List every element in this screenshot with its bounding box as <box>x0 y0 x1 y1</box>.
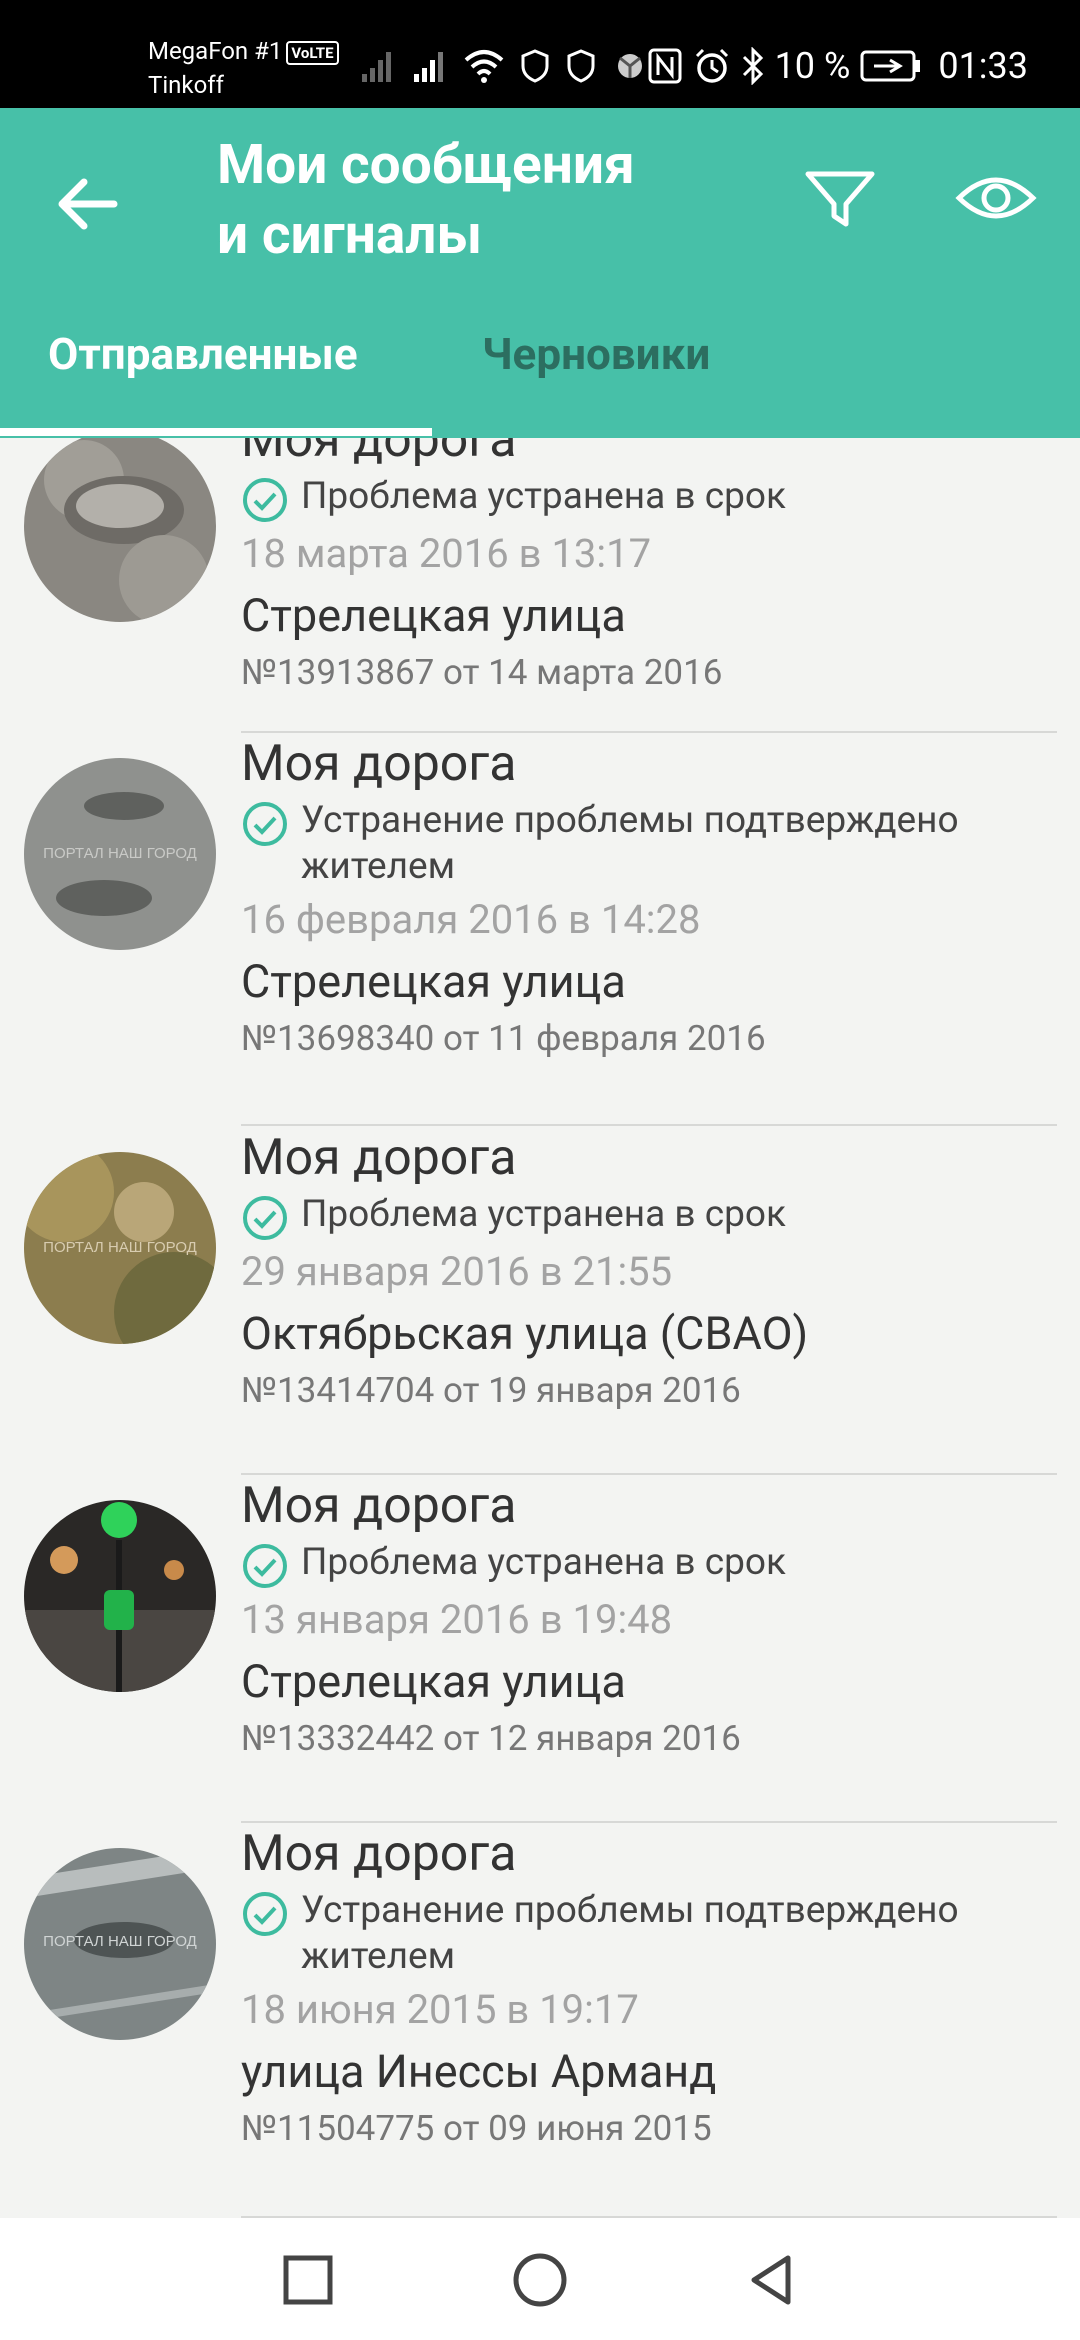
item-status-text: Устранение проблемы подтверждено жителем <box>301 799 959 888</box>
list-item[interactable]: ПОРТАЛ НАШ ГОРОД Моя дорога Устранение п… <box>0 734 1080 1084</box>
svg-text:ПОРТАЛ НАШ ГОРОД: ПОРТАЛ НАШ ГОРОД <box>43 1239 197 1256</box>
page-title: Мои сообщения и сигналы <box>217 130 737 270</box>
page-title-line-2: и сигналы <box>217 203 483 267</box>
list-item[interactable]: Моя дорога Проблема устранена в срок 13 … <box>0 1476 1080 1786</box>
item-status: Проблема устранена в срок <box>241 474 1051 524</box>
item-number: №13698340 от 11 февраля 2016 <box>241 1018 766 1059</box>
nfc-icon <box>648 48 682 84</box>
item-photo <box>24 438 216 622</box>
shield-icon <box>567 49 595 83</box>
item-status: Устранение проблемы подтверждено жителем <box>241 1888 1051 1980</box>
item-status: Проблема устранена в срок <box>241 1192 1051 1242</box>
item-street: Стрелецкая улица <box>241 589 626 642</box>
list-item[interactable]: ПОРТАЛ НАШ ГОРОД Моя дорога Устранение п… <box>0 1824 1080 2184</box>
item-status-text: Проблема устранена в срок <box>301 1193 787 1236</box>
divider <box>241 1473 1057 1475</box>
item-number: №13913867 от 14 марта 2016 <box>241 652 723 693</box>
arrow-back-icon[interactable] <box>48 164 128 244</box>
item-category: Моя дорога <box>241 1477 517 1535</box>
item-street: Стрелецкая улица <box>241 1655 626 1708</box>
item-category: Моя дорога <box>241 438 517 469</box>
check-circle-icon <box>243 1892 287 1936</box>
battery-icon <box>860 50 921 82</box>
check-circle-icon <box>243 478 287 522</box>
divider <box>241 1821 1057 1823</box>
status-bar: MegaFon #1 VoLTE Tinkoff 10 % 01:33 <box>0 0 1080 108</box>
signal-icon <box>414 52 443 82</box>
item-photo: ПОРТАЛ НАШ ГОРОД <box>24 1848 216 2040</box>
list-item[interactable]: ПОРТАЛ НАШ ГОРОД Моя дорога Проблема уст… <box>0 1128 1080 1438</box>
item-status-text: Устранение проблемы подтверждено жителем <box>301 1889 959 1978</box>
divider <box>241 731 1057 733</box>
status-icons-left <box>360 40 648 92</box>
item-category: Моя дорога <box>241 735 517 793</box>
system-nav-bar <box>0 2218 1080 2340</box>
shield-icon <box>521 49 549 83</box>
item-category: Моя дорога <box>241 1825 517 1883</box>
item-street: улица Инессы Арманд <box>241 2045 717 2098</box>
carrier-info: MegaFon #1 VoLTE Tinkoff <box>148 34 339 102</box>
item-street: Октябрьская улица (СВАО) <box>241 1307 809 1360</box>
item-status-text: Проблема устранена в срок <box>301 1541 787 1584</box>
item-category: Моя дорога <box>241 1129 517 1187</box>
circle-icon[interactable] <box>508 2248 572 2312</box>
check-circle-icon <box>243 802 287 846</box>
item-date: 13 января 2016 в 19:48 <box>241 1596 673 1643</box>
item-date: 18 июня 2015 в 19:17 <box>241 1986 639 2033</box>
item-status: Проблема устранена в срок <box>241 1540 1051 1590</box>
emblem-icon <box>618 54 642 78</box>
tab-drafts[interactable]: Черновики <box>482 328 710 380</box>
svg-text:ПОРТАЛ НАШ ГОРОД: ПОРТАЛ НАШ ГОРОД <box>43 1933 197 1950</box>
page-title-line-1: Мои сообщения <box>217 133 635 197</box>
item-photo: ПОРТАЛ НАШ ГОРОД <box>24 1152 216 1344</box>
item-status: Устранение проблемы подтверждено жителем <box>241 798 1051 890</box>
check-circle-icon <box>243 1544 287 1588</box>
signal-icon <box>362 52 391 82</box>
volte-badge: VoLTE <box>286 40 339 65</box>
tab-indicator <box>0 428 432 436</box>
item-status-text: Проблема устранена в срок <box>301 475 787 518</box>
check-circle-icon <box>243 1196 287 1240</box>
item-date: 29 января 2016 в 21:55 <box>241 1248 673 1295</box>
battery-percent: 10 % <box>774 45 851 87</box>
alarm-icon <box>695 48 728 83</box>
item-photo: ПОРТАЛ НАШ ГОРОД <box>24 758 216 950</box>
wifi-icon <box>464 50 504 83</box>
status-icons-right: 10 % 01:33 <box>647 40 1028 92</box>
item-number: №13414704 от 19 января 2016 <box>241 1370 741 1411</box>
eye-icon[interactable] <box>955 158 1037 238</box>
item-number: №13332442 от 12 января 2016 <box>241 1718 741 1759</box>
item-date: 16 февраля 2016 в 14:28 <box>241 896 701 943</box>
item-number: №11504775 от 09 июня 2015 <box>241 2108 712 2149</box>
carrier-name-1: MegaFon #1 <box>148 37 283 65</box>
triangle-back-icon[interactable] <box>740 2248 804 2312</box>
app-bar: Мои сообщения и сигналы Отправленные Чер… <box>0 108 1080 438</box>
carrier-name-2: Tinkoff <box>148 71 224 99</box>
divider <box>241 1124 1057 1126</box>
filter-icon[interactable] <box>800 158 880 238</box>
bluetooth-icon <box>742 47 763 85</box>
item-photo <box>24 1500 216 1692</box>
item-date: 18 марта 2016 в 13:17 <box>241 530 652 577</box>
clock: 01:33 <box>938 45 1028 87</box>
svg-text:ПОРТАЛ НАШ ГОРОД: ПОРТАЛ НАШ ГОРОД <box>43 845 197 862</box>
square-icon[interactable] <box>276 2248 340 2312</box>
messages-list[interactable]: Моя дорога Проблема устранена в срок 18 … <box>0 438 1080 2218</box>
item-street: Стрелецкая улица <box>241 955 626 1008</box>
tab-sent[interactable]: Отправленные <box>48 328 358 380</box>
